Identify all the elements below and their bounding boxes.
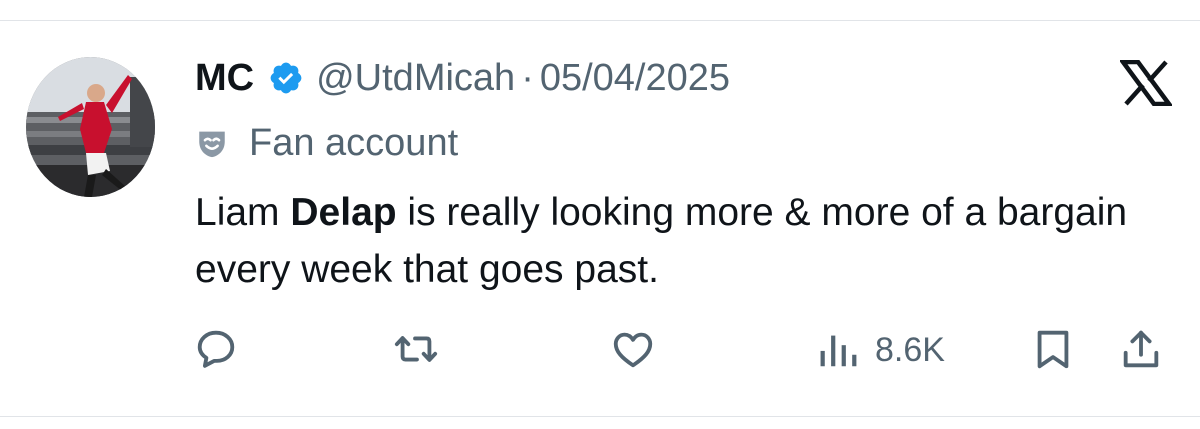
tweet-text-before: Liam (195, 191, 291, 234)
share-icon[interactable] (1118, 326, 1164, 372)
avatar[interactable] (26, 57, 155, 197)
tweet-text: Liam Delap is really looking more & more… (195, 184, 1185, 298)
fan-account-label: Fan account (195, 118, 458, 168)
like-icon[interactable] (610, 326, 656, 372)
avatar-photo (26, 57, 155, 197)
tweet-text-bold: Delap (290, 191, 397, 234)
top-divider (0, 20, 1200, 21)
bookmark-icon[interactable] (1030, 326, 1076, 372)
reply-icon[interactable] (193, 326, 239, 372)
fan-account-text: Fan account (249, 121, 459, 164)
verified-badge-icon (270, 62, 302, 94)
bottom-divider (0, 416, 1200, 417)
views-count[interactable]: 8.6K (875, 329, 945, 371)
tweet-header: MC @UtdMicah · 05/04/2025 (195, 52, 730, 104)
user-handle[interactable]: @UtdMicah (316, 52, 515, 104)
tweet-date[interactable]: 05/04/2025 (540, 52, 730, 104)
separator-dot: · (521, 57, 534, 99)
retweet-icon[interactable] (393, 326, 439, 372)
fan-account-mask-icon (199, 131, 225, 158)
display-name[interactable]: MC (195, 52, 254, 104)
x-logo-icon (1120, 60, 1172, 106)
views-icon[interactable] (815, 326, 861, 372)
